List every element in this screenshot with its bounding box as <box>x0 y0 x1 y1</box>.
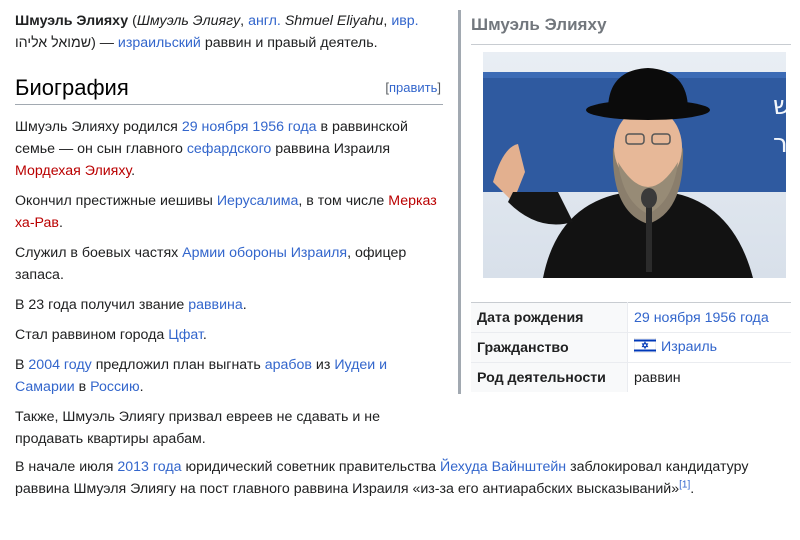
infobox-row-occupation: Род деятельности раввин <box>471 362 791 392</box>
israeli-link[interactable]: израильский <box>118 35 201 51</box>
hebrew-language-link[interactable]: ивр. <box>391 13 418 29</box>
text: раввина Израиля <box>275 141 391 157</box>
section-heading-title: Биография <box>15 75 129 100</box>
arabs-link[interactable]: арабов <box>265 357 312 373</box>
paragraph-apartments: Также, Шмуэль Элиягу призвал евреев не с… <box>15 406 445 450</box>
biography-body: Шмуэль Элияху родился 29 ноября 1956 год… <box>15 116 445 458</box>
infobox-table: Дата рождения 29 ноября 1956 года Гражда… <box>471 302 791 392</box>
text: Также, Шмуэль Элиягу призвал евреев не с… <box>15 409 380 447</box>
paragraph-birth: Шмуэль Элияху родился 29 ноября 1956 год… <box>15 119 408 179</box>
israel-flag-icon <box>633 337 657 357</box>
text: В начале июля <box>15 459 114 475</box>
text: Стал раввином города <box>15 327 165 343</box>
text: из <box>315 357 331 373</box>
paragraph-education: Окончил престижные иешивы Иерусалима, в … <box>15 193 437 231</box>
jerusalem-link[interactable]: Иерусалима <box>217 193 299 209</box>
infobox-label: Род деятельности <box>471 362 628 392</box>
infobox-photo[interactable]: אור הקדוש בקרה של אשר <box>483 52 786 278</box>
birth-date-value-link[interactable]: 29 ноября 1956 года <box>634 310 769 326</box>
infobox-title: Шмуэль Элияху <box>471 15 607 34</box>
birth-date-link[interactable]: 29 ноября 1956 года <box>182 119 317 135</box>
infobox-value: раввин <box>627 362 791 392</box>
infobox-label: Гражданство <box>471 332 628 363</box>
text: Служил в боевых частях <box>15 245 179 261</box>
english-language-link[interactable]: англ. <box>248 13 281 29</box>
israel-link[interactable]: Израиль <box>661 339 717 355</box>
paragraph-service: Служил в боевых частях Армии обороны Изр… <box>15 242 445 286</box>
infobox-row-birth: Дата рождения 29 ноября 1956 года <box>471 302 791 333</box>
text: юридический советник правительства <box>185 459 437 475</box>
text: в <box>78 379 87 395</box>
reference-link[interactable]: [1] <box>679 479 690 490</box>
russia-link[interactable]: Россию <box>90 379 139 395</box>
text: В <box>15 357 25 373</box>
text: В 23 года получил звание <box>15 297 185 313</box>
text: Шмуэль Элияху родился <box>15 119 178 135</box>
paragraph-plan: В 2004 году предложил план выгнать арабо… <box>15 357 388 395</box>
year-2004-link[interactable]: 2004 году <box>28 357 91 373</box>
rabbi-link[interactable]: раввина <box>188 297 243 313</box>
text: , в том числе <box>298 193 385 209</box>
section-heading-biography: Биография [править] <box>15 74 443 105</box>
hebrew-name: שמואל אליהו <box>15 35 92 51</box>
edit-section: [править] <box>385 80 441 95</box>
father-redlink[interactable]: Мордехая Элияху <box>15 163 131 179</box>
infobox-value: 29 ноября 1956 года <box>627 302 791 333</box>
infobox-value: Израиль <box>627 332 791 363</box>
divider <box>471 44 791 45</box>
banner-text-bottom: בקרה של אשר <box>773 129 786 159</box>
infobox-row-citizenship: Гражданство Израиль <box>471 332 791 363</box>
sephardic-link[interactable]: сефардского <box>187 141 272 157</box>
text: Окончил престижные иешивы <box>15 193 213 209</box>
paragraph-ordination: В 23 года получил звание раввина. <box>15 297 247 313</box>
english-name: Shmuel Eliyahu <box>284 13 384 29</box>
safed-link[interactable]: Цфат <box>168 327 203 343</box>
infobox: Шмуэль Элияху אור הקדוש בקרה של אשר <box>458 10 791 394</box>
weinstein-link[interactable]: Йехуда Вайнштейн <box>440 459 566 475</box>
intro-rest: раввин и правый деятель. <box>204 35 378 51</box>
lead-paragraph: Шмуэль Элияху (Шмуэль Элиягу, англ. Shmu… <box>15 13 419 51</box>
article-subject-name: Шмуэль Элияху <box>15 13 129 29</box>
idf-link[interactable]: Армии обороны Израиля <box>182 245 347 261</box>
text: предложил план выгнать <box>95 357 261 373</box>
banner-text-top: אור הקדוש <box>773 91 786 121</box>
edit-section-link[interactable]: править <box>389 80 437 95</box>
paragraph-safed: Стал раввином города Цфат. <box>15 327 207 343</box>
alt-name: Шмуэль Элиягу <box>136 13 241 29</box>
year-2013-link[interactable]: 2013 года <box>117 459 181 475</box>
infobox-label: Дата рождения <box>471 302 628 333</box>
paragraph-2013: В начале июля 2013 года юридический сове… <box>15 459 749 497</box>
